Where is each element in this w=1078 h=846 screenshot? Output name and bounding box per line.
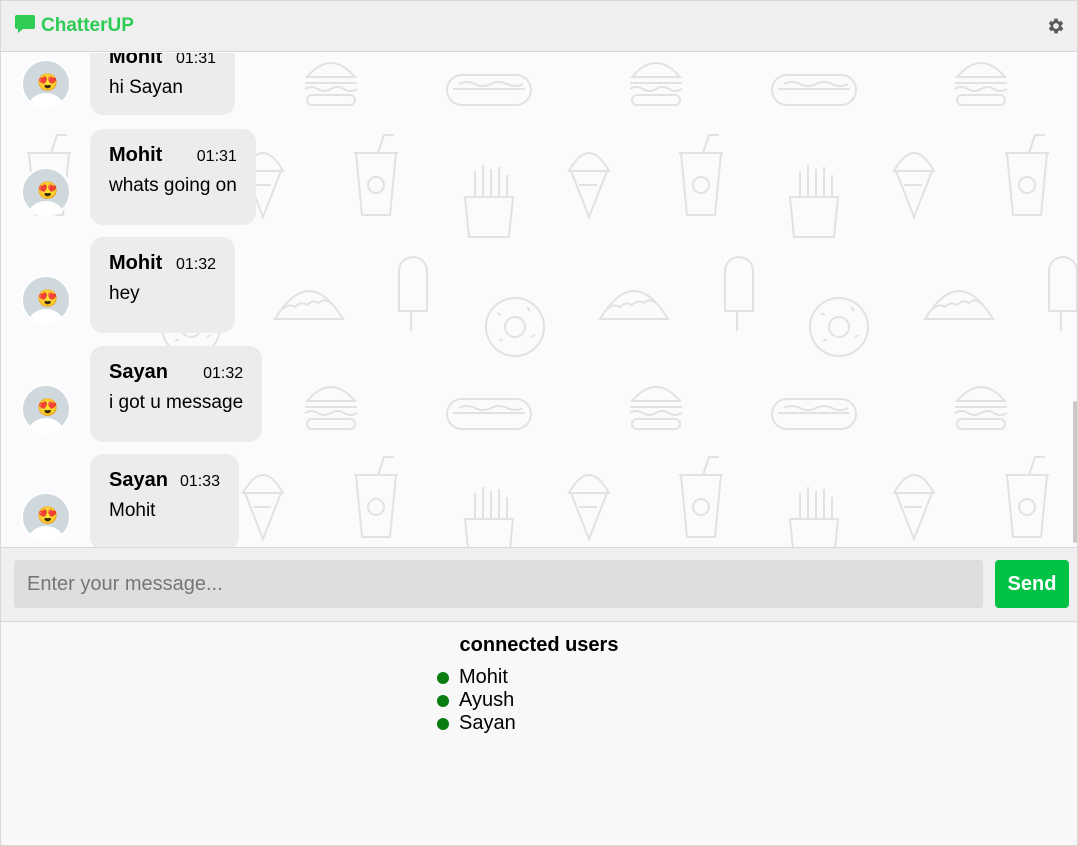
message-sender: Mohit [109, 144, 163, 166]
emoji-face-icon: 😍 [37, 289, 59, 308]
message-sender: Sayan [109, 469, 168, 491]
avatar: 😍 [21, 384, 71, 434]
message-text: hi Sayan [109, 77, 183, 98]
message-text: i got u message [109, 392, 244, 413]
message-bubble: Sayan 01:33 Mohit [90, 454, 239, 547]
message-sender: Sayan [109, 361, 168, 383]
avatar: 😍 [21, 59, 71, 109]
emoji-face-icon: 😍 [37, 73, 59, 92]
online-status-icon [437, 694, 449, 707]
message-time: 01:33 [179, 473, 220, 490]
message-bubble: Mohit 01:31 hi Sayan [90, 53, 235, 115]
connected-users-list: Mohit Ayush Sayan [437, 666, 516, 735]
emoji-face-icon: 😍 [37, 398, 59, 417]
brand: ChatterUP [14, 14, 134, 39]
message-bubble: Mohit 01:32 hey [90, 237, 235, 333]
message-time: 01:32 [203, 365, 244, 382]
message-time: 01:31 [175, 53, 216, 67]
list-item: Ayush [437, 689, 516, 712]
connected-users-title: connected users [459, 634, 619, 656]
message-text: Mohit [109, 500, 156, 521]
user-name: Mohit [459, 666, 508, 688]
list-item: Mohit [437, 666, 516, 689]
chat-bubble-icon [14, 14, 36, 39]
message-sender: Mohit [109, 53, 163, 68]
app-title: ChatterUP [41, 15, 134, 36]
app-header: ChatterUP [1, 1, 1077, 52]
message-text: hey [109, 283, 140, 304]
connected-users-panel: connected users Mohit Ayush Sayan [1, 622, 1077, 845]
user-name: Sayan [459, 712, 516, 734]
avatar: 😍 [21, 167, 71, 217]
list-item: Sayan [437, 712, 516, 735]
send-button[interactable]: Send [995, 560, 1069, 608]
gear-icon[interactable] [1045, 15, 1067, 37]
message-time: 01:32 [175, 256, 216, 273]
message-bubble: Mohit 01:31 whats going on [90, 129, 256, 225]
message-area[interactable]: 😍 Mohit 01:31 hi Sayan 😍 Mohit 01:31 wha… [1, 53, 1077, 547]
scrollbar-thumb[interactable] [1073, 401, 1077, 543]
message-composer: Send [1, 547, 1077, 622]
chat-app: ChatterUP 😍 Mohit 01:31 hi Sayan 😍 Mohit… [0, 0, 1078, 846]
message-time: 01:31 [196, 148, 237, 165]
message-bubble: Sayan 01:32 i got u message [90, 346, 263, 442]
message-text: whats going on [109, 175, 237, 196]
message-sender: Mohit [109, 252, 163, 274]
online-status-icon [437, 671, 449, 684]
emoji-face-icon: 😍 [37, 181, 59, 200]
emoji-face-icon: 😍 [37, 506, 59, 525]
message-input[interactable] [14, 560, 983, 608]
avatar: 😍 [21, 275, 71, 325]
online-status-icon [437, 717, 449, 730]
avatar: 😍 [21, 492, 71, 542]
user-name: Ayush [459, 689, 515, 711]
